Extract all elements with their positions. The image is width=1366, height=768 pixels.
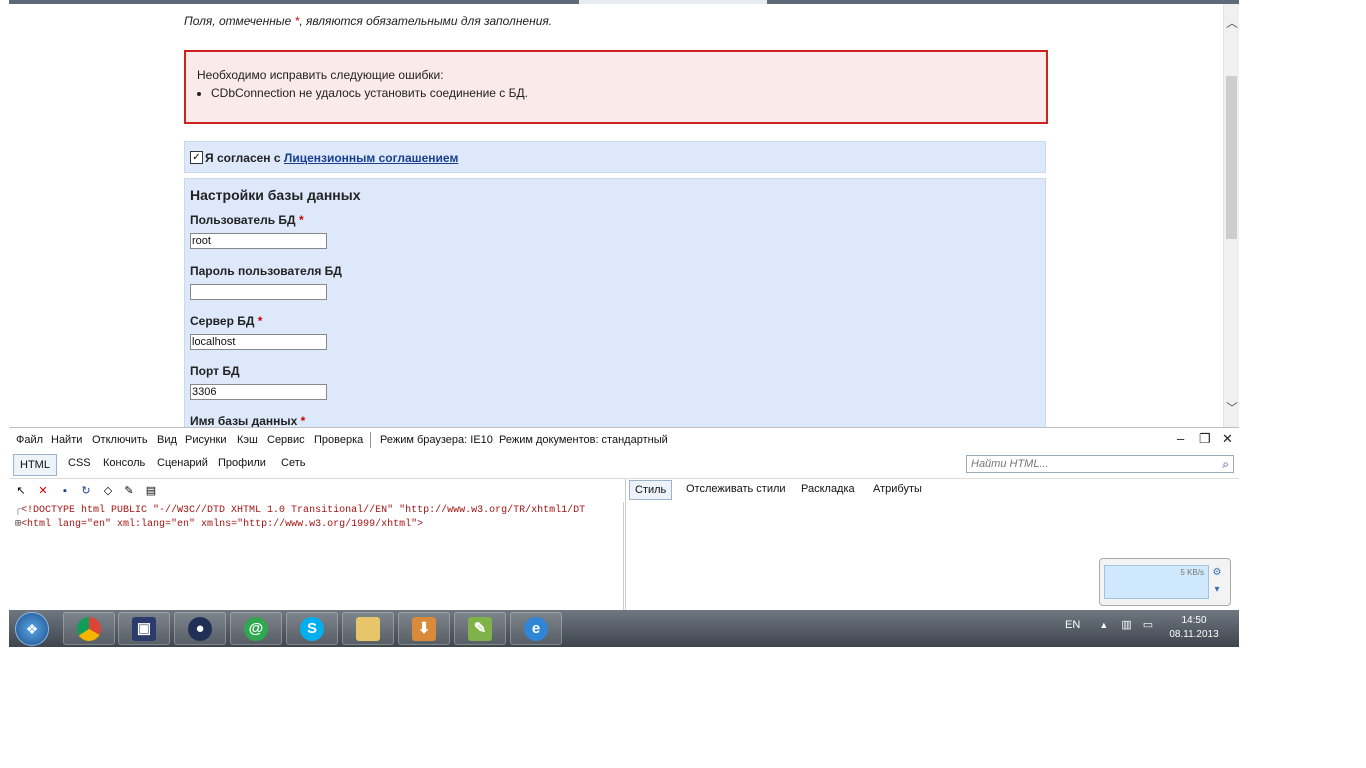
tab-html[interactable]: HTML xyxy=(13,454,57,476)
clock-time: 14:50 xyxy=(1181,615,1207,626)
undock-icon[interactable]: ❐ xyxy=(1199,431,1211,447)
menu-divider xyxy=(370,432,371,448)
start-button[interactable]: ❖ xyxy=(15,612,49,646)
db-password-label: Пароль пользователя БД xyxy=(190,264,342,278)
tab-trace-styles[interactable]: Отслеживать стили xyxy=(686,483,786,495)
tab-network[interactable]: Сеть xyxy=(281,457,305,469)
taskbar-mail[interactable]: @ xyxy=(230,612,282,645)
taskbar-keepass[interactable]: ● xyxy=(174,612,226,645)
taskbar-skype[interactable]: S xyxy=(286,612,338,645)
error-summary-heading: Необходимо исправить следующие ошибки: xyxy=(197,68,444,82)
clock-date: 08.11.2013 xyxy=(1169,629,1219,640)
network-tray-icon[interactable]: ▥ xyxy=(1121,619,1131,631)
taskbar-chrome[interactable] xyxy=(63,612,115,645)
db-password-input[interactable] xyxy=(190,284,327,300)
developer-tools: Файл Найти Отключить Вид Рисунки Кэш Сер… xyxy=(9,427,1239,612)
taskbar-explorer[interactable] xyxy=(342,612,394,645)
db-user-label: Пользователь БД * xyxy=(190,213,304,227)
browser-mode-menu[interactable]: Режим браузера: IE10 xyxy=(380,434,493,446)
menu-disable[interactable]: Отключить xyxy=(92,434,148,446)
keepass-icon: ● xyxy=(188,617,212,641)
required-fields-note: Поля, отмеченные *, являются обязательны… xyxy=(184,14,553,28)
license-label: Я согласен с Лицензионным соглашением xyxy=(205,151,459,165)
error-list: CDbConnection не удалось установить соед… xyxy=(197,86,528,100)
refresh-icon[interactable]: ↻ xyxy=(80,485,92,497)
db-port-label: Порт БД xyxy=(190,364,240,378)
network-rate: 5 KB/s xyxy=(1180,568,1204,577)
mail-icon: @ xyxy=(244,617,268,641)
db-name-label: Имя базы данных * xyxy=(190,414,306,427)
db-settings-title: Настройки базы данных xyxy=(190,187,361,203)
scroll-down-icon[interactable]: ﹀ xyxy=(1224,399,1239,417)
tab-console[interactable]: Консоль xyxy=(103,457,145,469)
document-mode-menu[interactable]: Режим документов: стандартный xyxy=(499,434,668,446)
tree-node-html[interactable]: ⊞<html lang="en" xml:lang="en" xmlns="ht… xyxy=(15,518,423,530)
taskbar-floppy[interactable]: ▣ xyxy=(118,612,170,645)
menu-find[interactable]: Найти xyxy=(51,434,82,446)
menu-cache[interactable]: Кэш xyxy=(237,434,258,446)
db-server-input[interactable]: localhost xyxy=(190,334,327,350)
menu-tools[interactable]: Сервис xyxy=(267,434,305,446)
tab-layout[interactable]: Раскладка xyxy=(801,483,855,495)
notepad-icon: ✎ xyxy=(468,617,492,641)
scroll-thumb[interactable] xyxy=(1226,76,1237,239)
license-checkbox[interactable]: ✓ xyxy=(190,151,203,164)
taskbar-ie[interactable]: e xyxy=(510,612,562,645)
tree-node-doctype[interactable]: ┌<!DOCTYPE html PUBLIC "-//W3C//DTD XHTM… xyxy=(15,505,585,516)
save-icon[interactable]: ▪ xyxy=(59,485,71,497)
menu-images[interactable]: Рисунки xyxy=(185,434,227,446)
tab-profiler[interactable]: Профили xyxy=(218,457,266,469)
settings-icon[interactable]: ⚙ xyxy=(1210,566,1224,580)
db-server-label: Сервер БД * xyxy=(190,314,263,328)
ie-icon: e xyxy=(524,617,548,641)
chrome-icon xyxy=(77,617,101,641)
license-agreement-row: ✓ Я согласен с Лицензионным соглашением xyxy=(184,141,1046,173)
show-hidden-icons[interactable]: ▲ xyxy=(1099,620,1108,630)
scroll-up-icon[interactable]: ︿ xyxy=(1224,14,1239,32)
close-icon[interactable]: ✕ xyxy=(1222,431,1233,447)
skype-icon: S xyxy=(300,617,324,641)
taskbar: ❖ ▣ ● @ S ⬇ ✎ e EN ▲ ▥ ▭ 14:50 08.11.201… xyxy=(9,610,1239,647)
html-tree: ┌<!DOCTYPE html PUBLIC "-//W3C//DTD XHTM… xyxy=(9,502,624,611)
db-port-input[interactable]: 3306 xyxy=(190,384,327,400)
edit-icon[interactable]: ✎ xyxy=(123,485,135,497)
page-viewport: Поля, отмеченные *, являются обязательны… xyxy=(9,4,1223,427)
db-user-input[interactable]: root xyxy=(190,233,327,249)
language-indicator[interactable]: EN xyxy=(1065,619,1080,631)
devtools-menubar: Файл Найти Отключить Вид Рисунки Кэш Сер… xyxy=(9,428,1239,452)
select-element-icon[interactable]: ↖ xyxy=(15,485,27,497)
floppy-icon: ▣ xyxy=(132,617,156,641)
license-link[interactable]: Лицензионным соглашением xyxy=(284,151,458,165)
tab-script[interactable]: Сценарий xyxy=(157,457,208,469)
clear-outlines-icon[interactable]: ✕ xyxy=(37,485,49,497)
search-icon[interactable]: ⌕ xyxy=(1222,456,1229,472)
display-tray-icon[interactable]: ▭ xyxy=(1143,619,1153,631)
error-item: CDbConnection не удалось установить соед… xyxy=(211,86,528,100)
html-search-input[interactable]: Найти HTML... ⌕ xyxy=(966,455,1234,473)
devtools-tabs: HTML CSS Консоль Сценарий Профили Сеть Н… xyxy=(9,452,1239,478)
db-settings-panel: Настройки базы данных Пользователь БД * … xyxy=(184,178,1046,427)
menu-validate[interactable]: Проверка xyxy=(314,434,363,446)
tab-attributes[interactable]: Атрибуты xyxy=(873,483,922,495)
menu-view[interactable]: Вид xyxy=(157,434,177,446)
folder-icon xyxy=(356,617,380,641)
page-scrollbar[interactable]: ︿ ﹀ xyxy=(1223,4,1239,427)
tab-style[interactable]: Стиль xyxy=(629,480,673,500)
chevron-down-icon[interactable]: ▾ xyxy=(1210,583,1224,597)
taskbar-notepad[interactable]: ✎ xyxy=(454,612,506,645)
html-toolbar: ↖ ✕ ▪ ↻ ◇ ✎ ▤ xyxy=(9,478,625,503)
word-wrap-icon[interactable]: ▤ xyxy=(145,485,157,497)
dom-icon[interactable]: ◇ xyxy=(102,485,114,497)
system-tray: EN ▲ ▥ ▭ xyxy=(1065,618,1153,631)
minimize-icon[interactable]: – xyxy=(1177,431,1184,446)
network-meter-widget[interactable]: 5 KB/s ⚙ ▾ xyxy=(1099,558,1231,606)
network-meter-graph: 5 KB/s xyxy=(1104,565,1209,599)
system-clock[interactable]: 14:50 08.11.2013 xyxy=(1164,614,1224,642)
error-summary: Необходимо исправить следующие ошибки: C… xyxy=(184,50,1048,124)
tab-css[interactable]: CSS xyxy=(68,457,91,469)
menu-file[interactable]: Файл xyxy=(16,434,43,446)
taskbar-download[interactable]: ⬇ xyxy=(398,612,450,645)
download-icon: ⬇ xyxy=(412,617,436,641)
screen: Поля, отмеченные *, являются обязательны… xyxy=(9,0,1239,647)
